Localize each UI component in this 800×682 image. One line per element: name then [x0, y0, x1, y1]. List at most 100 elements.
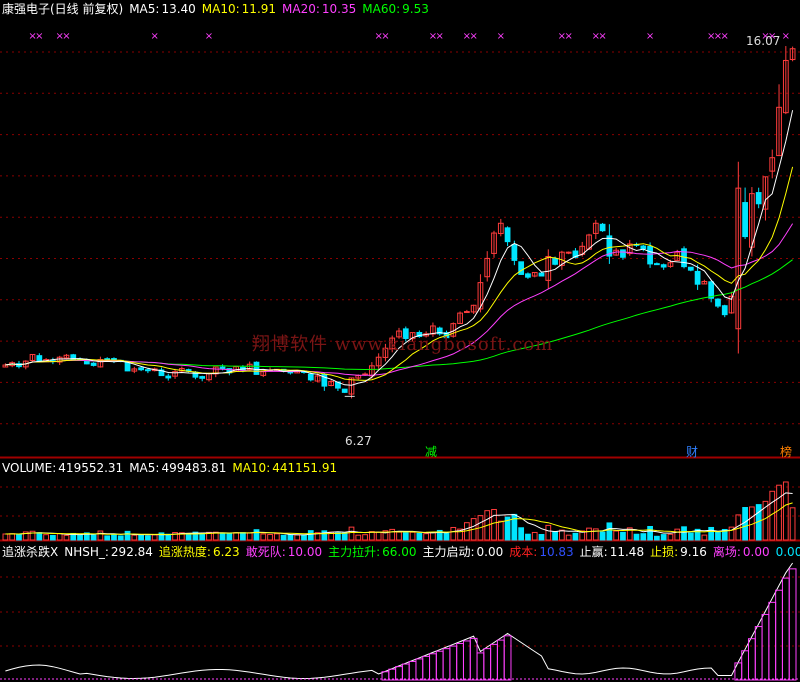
volume-panel-header: VOLUME: 419552.31 MA5: 499483.81 MA10: 441151…	[2, 461, 343, 475]
tag-cai[interactable]: 财	[686, 445, 698, 459]
candle-body	[253, 361, 260, 375]
candle-body	[640, 245, 647, 250]
indicator-step-box	[442, 648, 451, 681]
volume-bar	[90, 533, 97, 541]
candle-body	[694, 270, 701, 285]
volume-bar	[660, 534, 667, 541]
indicator-step-box	[775, 589, 783, 681]
indicator-step-box	[734, 662, 743, 681]
volume-bar	[443, 532, 450, 541]
candle-body	[341, 388, 348, 393]
volume-bar	[525, 533, 531, 541]
tag-bang[interactable]: 榜	[780, 445, 792, 459]
volume-bar	[558, 529, 565, 541]
volume-bar	[301, 534, 307, 541]
volume-bar	[518, 527, 525, 541]
volume-bar	[260, 533, 267, 541]
volume-bar	[362, 534, 368, 541]
heat-label: 追涨热度:	[158, 545, 211, 559]
indicator-step-box	[503, 635, 512, 681]
candle-body	[552, 258, 558, 265]
volume-bar	[253, 529, 260, 541]
volume-bar	[606, 522, 613, 541]
volume-bar	[402, 532, 409, 541]
volume-bar	[124, 530, 131, 541]
signal-marker: ×	[62, 31, 70, 42]
candle-body	[511, 243, 518, 261]
volume-bar	[267, 534, 273, 541]
high-price-label: 16.07	[746, 34, 781, 48]
volume-bar	[701, 534, 708, 541]
dead-value: 10.00	[287, 545, 323, 559]
volume-value: 419552.31	[58, 461, 124, 475]
indicator-step-box	[456, 643, 464, 681]
tag-jian[interactable]: 减	[425, 445, 437, 459]
volume-bar	[117, 535, 124, 541]
volume-bar	[348, 526, 355, 541]
stock-title: 康强电子(日线 前复权)	[2, 2, 124, 16]
candle-body	[565, 251, 572, 254]
volume-bar	[531, 531, 538, 541]
indicator-step-box	[449, 645, 458, 681]
volume-bar	[742, 507, 748, 541]
candle-body	[620, 249, 626, 258]
cost-value: 10.83	[539, 545, 574, 559]
volume-bar	[138, 534, 144, 541]
volume-bar	[681, 526, 687, 541]
volume-ma10-label: MA10:	[232, 461, 271, 475]
volume-bar	[280, 534, 287, 541]
volume-bar	[240, 532, 246, 541]
volume-bar	[43, 534, 49, 541]
indicator-step-box	[422, 655, 431, 681]
candle-body	[654, 263, 660, 266]
volume-bar	[599, 531, 606, 541]
volume-bar	[16, 533, 22, 541]
profit-value: 11.48	[609, 545, 645, 559]
volume-bar	[219, 533, 226, 541]
candle-body	[660, 264, 667, 268]
volume-bar	[151, 534, 158, 541]
volume-bar	[97, 530, 104, 541]
signal-marker: ×	[150, 31, 158, 42]
volume-bar	[416, 532, 423, 541]
candle-body	[755, 192, 762, 205]
signal-marker: ×	[469, 31, 477, 42]
start-value: 0.00	[476, 545, 504, 559]
ma20-value: 10.35	[321, 2, 357, 16]
exit-value: 0.00	[742, 545, 770, 559]
volume-bar	[273, 533, 280, 541]
volume-bar	[586, 527, 592, 541]
volume-bar	[620, 531, 626, 541]
volume-bar	[199, 533, 206, 541]
ma5-label: MA5:	[129, 2, 160, 16]
volume-bar	[430, 532, 436, 541]
indicator-panel-header: 追涨杀跌X NHSH_: 292.84 追涨热度: 6.23 敢死队: 10.00 主力拉升:…	[2, 545, 800, 559]
volume-bar	[782, 481, 789, 541]
volume-bar	[50, 534, 56, 541]
ma10-value: 11.91	[241, 2, 277, 16]
candle-body	[721, 305, 728, 316]
candle-body	[538, 272, 545, 277]
volume-bar	[789, 507, 796, 541]
indicator-step-box	[462, 640, 471, 681]
volume-label: VOLUME:	[2, 461, 57, 475]
volume-bar	[287, 534, 294, 541]
indicator-step-box	[388, 668, 397, 681]
candle-body	[742, 202, 748, 238]
volume-bar	[2, 533, 9, 541]
volume-bar	[226, 532, 233, 541]
volume-bar	[335, 532, 341, 541]
volume-bar	[131, 534, 138, 541]
volume-bar	[674, 528, 681, 541]
loss-label: 止损:	[650, 545, 679, 559]
candle-body	[145, 369, 151, 372]
volume-bar	[450, 526, 457, 541]
indicator-step-box	[395, 666, 403, 681]
candle-body	[504, 227, 511, 243]
signal-marker: ×	[35, 31, 43, 42]
volume-bar	[687, 532, 694, 541]
indicator-step-box	[788, 568, 797, 681]
volume-bar	[667, 533, 674, 541]
dead-label: 敢死队:	[245, 545, 286, 559]
volume-bar	[396, 531, 402, 541]
